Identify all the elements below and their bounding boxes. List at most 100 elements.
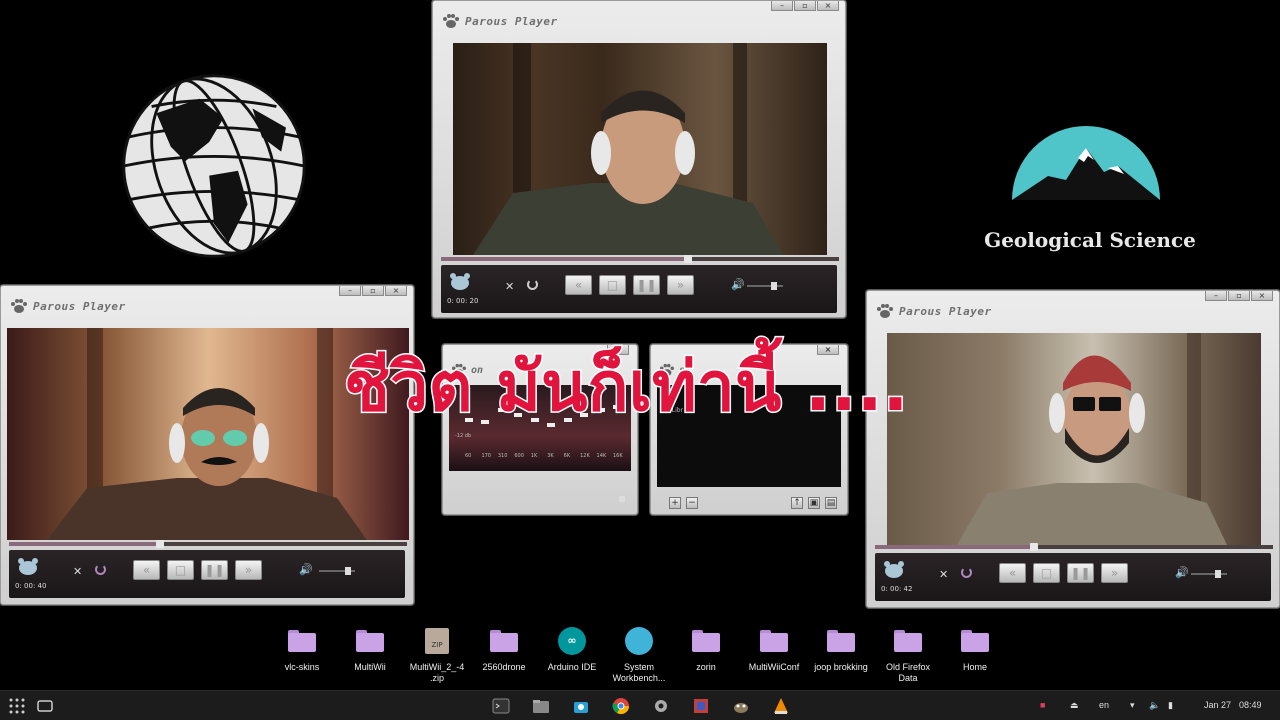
seek-knob[interactable]: [1030, 543, 1039, 551]
add-icon[interactable]: +: [669, 497, 681, 509]
clock[interactable]: 08:49: [1239, 700, 1262, 710]
playlist-line[interactable]: Me Libr: [661, 407, 683, 414]
desktop-icon[interactable]: zorin: [674, 628, 738, 673]
stop-button[interactable]: □: [167, 560, 194, 580]
vlc-icon[interactable]: [772, 697, 790, 715]
playlist-line[interactable]: - Pla: [661, 389, 674, 396]
close-button[interactable]: ×: [1251, 291, 1273, 301]
eq-band-slider[interactable]: [514, 412, 523, 417]
forward-button[interactable]: »: [235, 560, 262, 580]
title-bar[interactable]: Parous Player – ▫ ×: [867, 291, 1279, 327]
eject-icon[interactable]: ⏏: [1070, 700, 1079, 711]
minimize-button[interactable]: –: [339, 286, 361, 296]
rewind-button[interactable]: «: [133, 560, 160, 580]
eq-band-slider[interactable]: [497, 407, 506, 412]
desktop-icon[interactable]: MultiWiiConf: [742, 628, 806, 673]
panel-toggle[interactable]: [619, 496, 625, 502]
video-area[interactable]: [887, 333, 1261, 545]
app-icon[interactable]: [692, 697, 710, 715]
move-up-icon[interactable]: ↑: [791, 497, 803, 509]
volume-icon[interactable]: 🔊: [731, 278, 745, 291]
desktop-icon[interactable]: System Workbench...: [607, 627, 671, 684]
minimize-button[interactable]: –: [1205, 291, 1227, 301]
volume-knob[interactable]: [771, 282, 777, 290]
player-window-right[interactable]: Parous Player – ▫ × 0: 00: 42 ✕ « □ ❚❚ »…: [866, 290, 1280, 608]
stop-button[interactable]: □: [599, 275, 626, 295]
shuffle-icon[interactable]: ✕: [73, 565, 82, 578]
player-window-left[interactable]: Parous Player – ▫ × 0: 00: 40 ✕ « □ ❚❚ »…: [0, 285, 414, 605]
close-button[interactable]: ×: [385, 286, 407, 296]
volume-icon[interactable]: 🔊: [299, 563, 313, 576]
desktop-icon[interactable]: joop brokking: [809, 628, 873, 673]
rewind-button[interactable]: «: [999, 563, 1026, 583]
volume-icon[interactable]: 🔊: [1175, 566, 1189, 579]
pause-button[interactable]: ❚❚: [1067, 563, 1094, 583]
seek-bar[interactable]: [875, 543, 1273, 551]
store-icon[interactable]: [572, 697, 590, 715]
forward-button[interactable]: »: [1101, 563, 1128, 583]
save-icon[interactable]: ▣: [808, 497, 820, 509]
repeat-icon[interactable]: [95, 564, 106, 575]
rewind-button[interactable]: «: [565, 275, 592, 295]
volume-slider[interactable]: [747, 282, 783, 290]
maximize-button[interactable]: ▫: [794, 1, 816, 11]
eq-band-slider[interactable]: [530, 417, 539, 422]
gimp-icon[interactable]: [732, 697, 750, 715]
playlist-panel[interactable]: - Pla • d Me Libr: [657, 385, 841, 487]
terminal-icon[interactable]: [492, 697, 510, 715]
pause-button[interactable]: ❚❚: [201, 560, 228, 580]
camera-indicator-icon[interactable]: ■: [1040, 700, 1045, 710]
close-button[interactable]: ×: [817, 345, 839, 355]
desktop-icon[interactable]: ZIP MultiWii_2_-4 .zip: [405, 628, 469, 684]
eq-band-slider[interactable]: [596, 407, 605, 412]
remove-icon[interactable]: −: [686, 497, 698, 509]
equalizer-panel[interactable]: -12 db 60 170 310 600 1K 3K 6K 12K 14K 16K: [449, 385, 631, 471]
workspace-icon[interactable]: [36, 697, 54, 715]
desktop-icon[interactable]: Old Firefox Data: [876, 628, 940, 684]
settings-icon[interactable]: [652, 697, 670, 715]
desktop-icon[interactable]: 2560drone: [472, 628, 536, 673]
open-icon[interactable]: ▤: [825, 497, 837, 509]
maximize-button[interactable]: ▫: [1228, 291, 1250, 301]
video-area[interactable]: [7, 328, 409, 540]
seek-knob[interactable]: [683, 255, 692, 263]
volume-knob[interactable]: [1215, 570, 1221, 578]
title-bar[interactable]: Parous Player – ▫ ×: [1, 286, 413, 322]
volume-icon[interactable]: 🔈: [1149, 700, 1160, 711]
desktop-icon[interactable]: Home: [943, 628, 1007, 673]
files-icon[interactable]: [532, 697, 550, 715]
volume-slider[interactable]: [1191, 570, 1227, 578]
playlist-line[interactable]: • d: [661, 398, 670, 405]
desktop-icon[interactable]: MultiWii: [338, 628, 402, 673]
eq-band-slider[interactable]: [563, 417, 572, 422]
eq-band-slider[interactable]: [481, 420, 490, 424]
app-grid-icon[interactable]: [8, 697, 26, 715]
stop-button[interactable]: □: [1033, 563, 1060, 583]
repeat-icon[interactable]: [527, 279, 538, 290]
eq-band-slider[interactable]: [547, 422, 556, 427]
eq-band-slider[interactable]: [613, 405, 621, 409]
playlist-window[interactable]: × st - Pla • d Me Libr + − ↑ ▣ ▤: [650, 344, 848, 515]
minimize-button[interactable]: –: [771, 1, 793, 11]
desktop-icon[interactable]: vlc-skins: [270, 628, 334, 673]
pause-button[interactable]: ❚❚: [633, 275, 660, 295]
seek-bar[interactable]: [441, 255, 839, 263]
close-button[interactable]: ×: [817, 1, 839, 11]
player-window-top[interactable]: Parous Player – ▫ × 0: 00: 20 ✕ « □ ❚❚ »…: [432, 0, 846, 318]
chrome-icon[interactable]: [612, 697, 630, 715]
forward-button[interactable]: »: [667, 275, 694, 295]
eq-band-slider[interactable]: [465, 417, 473, 422]
seek-bar[interactable]: [9, 540, 407, 548]
equalizer-window[interactable]: × on -12 db 60 170 310 600 1K 3K 6K 12K 14K 16K: [442, 344, 638, 515]
video-area[interactable]: [453, 43, 827, 255]
eq-band-slider[interactable]: [580, 412, 589, 417]
close-button[interactable]: ×: [607, 345, 629, 355]
maximize-button[interactable]: ▫: [362, 286, 384, 296]
volume-slider[interactable]: [319, 567, 355, 575]
seek-knob[interactable]: [156, 540, 165, 548]
repeat-icon[interactable]: [961, 567, 972, 578]
date-display[interactable]: Jan 27: [1204, 700, 1231, 710]
network-icon[interactable]: ▾: [1130, 700, 1135, 711]
battery-icon[interactable]: ▮: [1168, 700, 1173, 711]
language-indicator[interactable]: en: [1099, 700, 1109, 710]
